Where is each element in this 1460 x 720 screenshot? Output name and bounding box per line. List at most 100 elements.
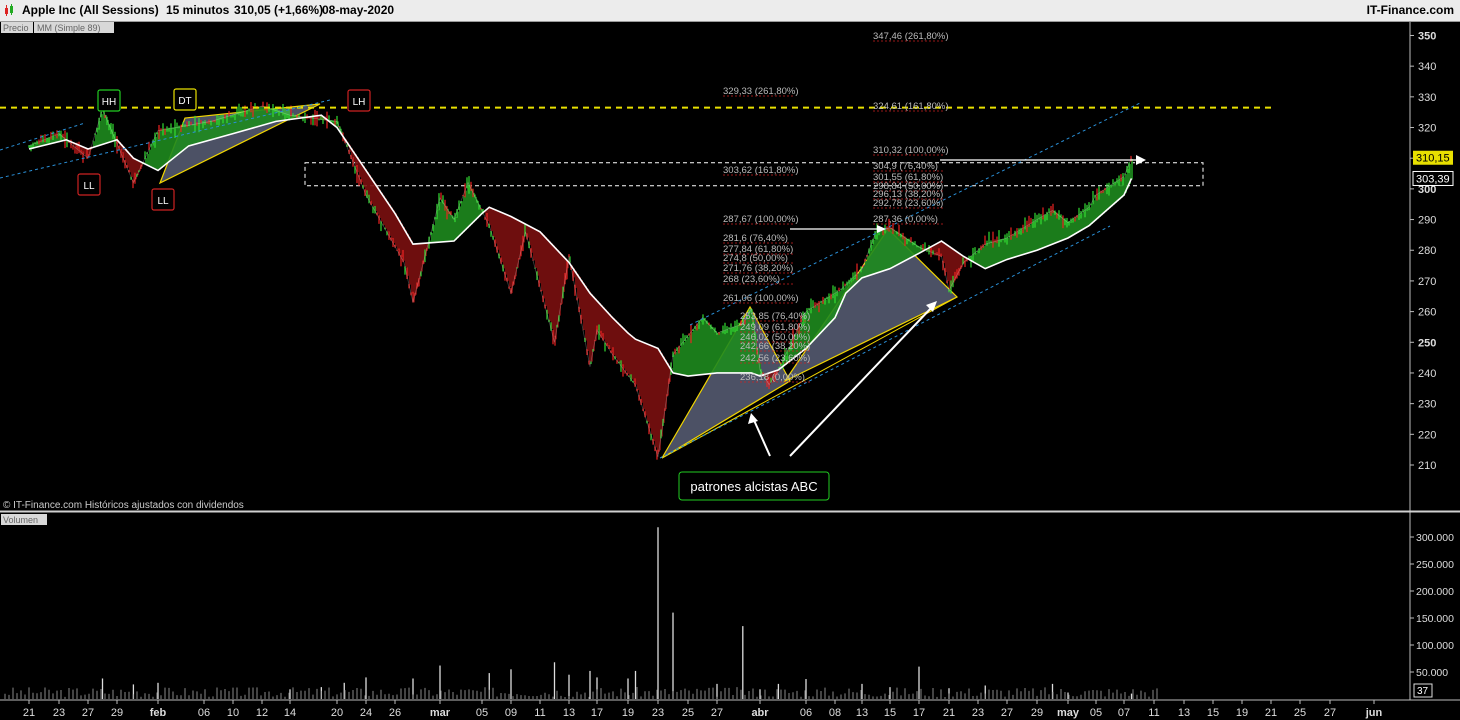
- y-tick-label: 290: [1418, 215, 1436, 227]
- y-tick-label: 220: [1418, 429, 1436, 441]
- x-tick-label: 19: [1236, 707, 1248, 719]
- x-tick-label: 07: [1118, 707, 1130, 719]
- ma-fill-slice: [635, 338, 637, 385]
- ma-fill-slice: [435, 217, 437, 243]
- time-axis: 21 23 27 29 feb 06 10 12 14 20 24 26 mar 05 09 11 13 17 19…: [23, 700, 1383, 719]
- ma-fill-slice: [685, 339, 687, 376]
- ma-fill-slice: [395, 213, 397, 247]
- fib-level: 324,61 (161,80%): [873, 101, 949, 112]
- ma-fill-slice: [187, 125, 189, 148]
- x-tick-label: mar: [430, 707, 451, 719]
- ma-fill-slice: [869, 250, 871, 276]
- volume-tick-label: 300.000: [1416, 532, 1454, 544]
- ma-fill-slice: [637, 339, 639, 391]
- ma-fill-slice: [735, 326, 737, 373]
- ma-fill-slice: [377, 186, 379, 215]
- ma-fill-slice: [1013, 234, 1015, 258]
- ma-fill-slice: [709, 324, 711, 374]
- ma-fill-slice: [101, 114, 103, 145]
- ma-fill-slice: [657, 348, 659, 454]
- ma-fill-slice: [1009, 236, 1011, 259]
- ma-fill-slice: [535, 229, 537, 269]
- x-tick-label: 09: [505, 707, 517, 719]
- ma-fill-slice: [899, 233, 901, 264]
- y-tick-label: 230: [1418, 399, 1436, 411]
- volume-tick-label: 100.000: [1416, 640, 1454, 652]
- ma-fill-slice: [1131, 158, 1133, 180]
- ma-fill-slice: [579, 277, 581, 309]
- ma-fill-slice: [713, 328, 715, 374]
- x-tick-label: 05: [1090, 707, 1102, 719]
- y-tick-label: 250: [1418, 337, 1436, 349]
- ma-fill-slice: [169, 128, 171, 162]
- ma-fill-slice: [989, 243, 991, 268]
- ma-fill-slice: [633, 337, 635, 382]
- fib-label: 261,06 (100,00%): [723, 293, 799, 304]
- ma-fill-slice: [729, 328, 731, 373]
- fib-label: 268 (23,60%): [723, 274, 780, 285]
- fib-label: 242,56 (23,60%): [740, 353, 810, 364]
- x-tick-label: 15: [884, 707, 896, 719]
- x-tick-label: 12: [256, 707, 268, 719]
- ma-fill-slice: [649, 344, 651, 429]
- ma-fill-slice: [943, 242, 945, 264]
- x-tick-label: 23: [652, 707, 664, 719]
- ma-fill-slice: [645, 343, 647, 416]
- ma-fill-slice: [459, 206, 461, 237]
- ma-fill-slice: [815, 305, 817, 339]
- ma-fill-slice: [499, 211, 501, 256]
- ma-fill-slice: [725, 330, 727, 373]
- ma-fill-slice: [831, 295, 833, 322]
- x-tick-label: 21: [23, 707, 35, 719]
- ma-fill-slice: [183, 126, 185, 151]
- x-tick-label: 10: [227, 707, 239, 719]
- ma-fill-slice: [505, 213, 507, 275]
- ma-fill-slice: [981, 247, 983, 267]
- ma-fill-slice: [509, 215, 511, 287]
- ma-fill-slice: [541, 232, 543, 291]
- ma-fill-slice: [711, 326, 713, 374]
- chart-area[interactable]: Precio MM (Simple 89) Volumen © IT-Finan…: [0, 0, 1460, 720]
- ma-fill-slice: [581, 280, 583, 320]
- fib-label: 292,78 (23,60%): [873, 198, 943, 209]
- ma-fill-slice: [261, 106, 263, 126]
- ma-fill-slice: [539, 231, 541, 284]
- ma-fill-slice: [873, 239, 875, 275]
- x-tick-label: jun: [1365, 707, 1383, 719]
- ma-fill-slice: [1029, 224, 1031, 253]
- last-price-label: 310,15: [1416, 153, 1450, 165]
- ma-fill-slice: [883, 229, 885, 271]
- ma-fill-slice: [891, 228, 893, 269]
- ma-fill-slice: [885, 229, 887, 271]
- volume-tick-label: 150.000: [1416, 613, 1454, 625]
- volume-tag-text: Volumen: [3, 515, 38, 525]
- x-tick-label: 13: [1178, 707, 1190, 719]
- ma-fill-slice: [639, 340, 641, 397]
- ma-fill-slice: [1051, 211, 1053, 245]
- ma-fill-slice: [673, 354, 675, 373]
- ma-fill-slice: [733, 327, 735, 373]
- ma-fill-slice: [229, 116, 231, 135]
- ma-fill-slice: [379, 189, 381, 219]
- ma-fill-slice: [95, 134, 97, 147]
- fib-label: 287,67 (100,00%): [723, 214, 799, 225]
- price-panel: [0, 22, 1410, 510]
- y-tick-label: 280: [1418, 245, 1436, 257]
- ma-fill-slice: [441, 199, 443, 243]
- ma-fill-slice: [737, 325, 739, 373]
- ma-fill-slice: [149, 149, 151, 166]
- volume-tick-label: 50.000: [1416, 667, 1448, 679]
- ma-fill-slice: [537, 230, 539, 276]
- x-tick-label: 21: [943, 707, 955, 719]
- ma-fill-slice: [719, 332, 721, 373]
- ma-fill-slice: [533, 228, 535, 261]
- ma-tag[interactable]: MM (Simple 89): [34, 22, 114, 33]
- volume-tick-label: 250.000: [1416, 559, 1454, 571]
- callout-text: patrones alcistas ABC: [690, 479, 817, 494]
- ma-fill-slice: [619, 324, 621, 364]
- fib-level: 287,67 (100,00%): [723, 214, 799, 225]
- ma-fill-slice: [1101, 191, 1103, 216]
- ma-fill-slice: [1115, 182, 1117, 203]
- x-tick-label: 19: [622, 707, 634, 719]
- ma-fill-slice: [699, 322, 701, 375]
